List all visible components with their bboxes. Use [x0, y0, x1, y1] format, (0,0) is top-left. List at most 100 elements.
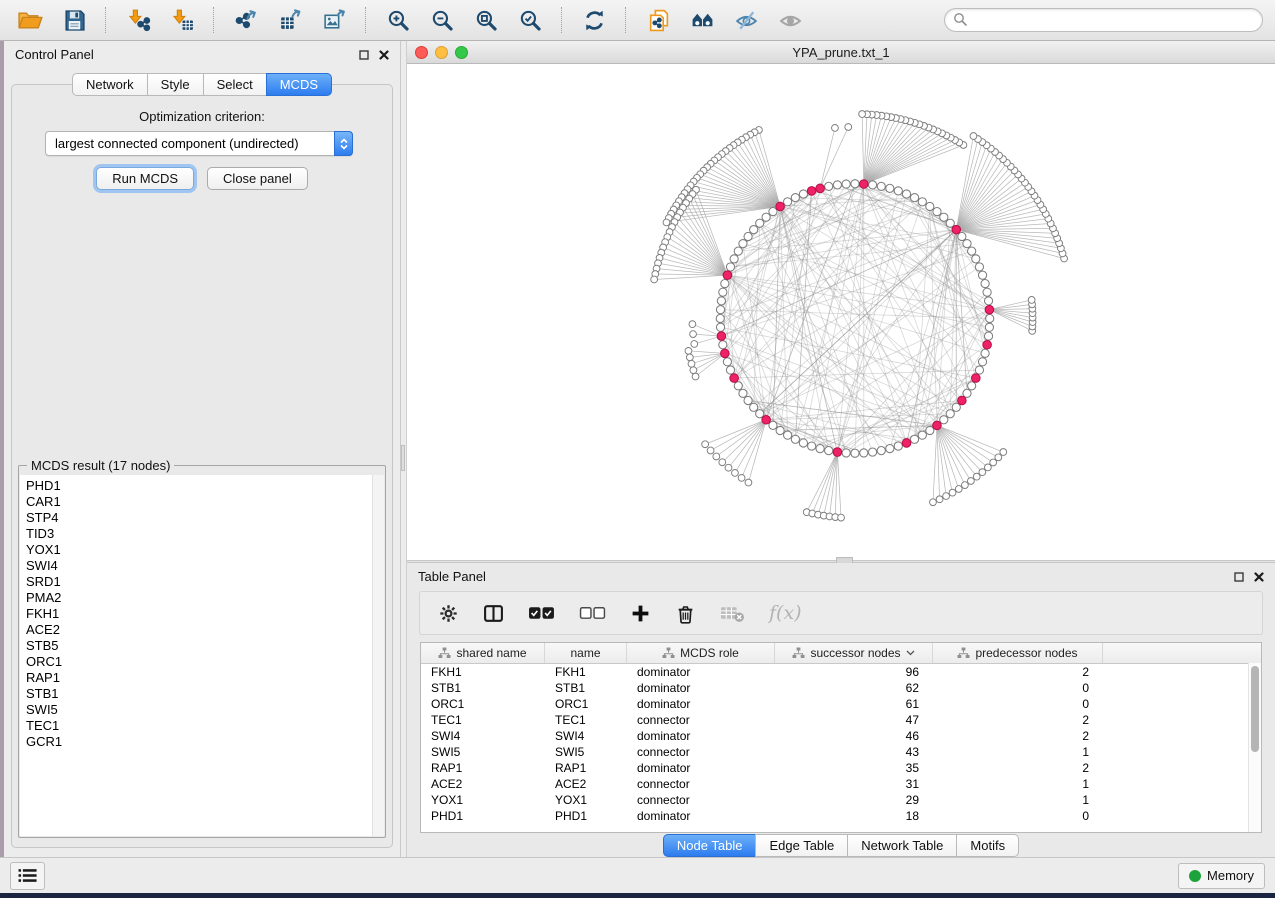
export-network-button[interactable] — [228, 4, 264, 36]
mcds-result-item[interactable]: PHD1 — [20, 478, 384, 494]
mcds-result-item[interactable]: GCR1 — [20, 734, 384, 750]
network-node[interactable] — [886, 445, 894, 453]
network-node[interactable] — [726, 366, 734, 374]
mcds-result-item[interactable]: ACE2 — [20, 622, 384, 638]
run-mcds-button[interactable]: Run MCDS — [96, 167, 194, 190]
network-node[interactable] — [716, 306, 724, 314]
network-node[interactable] — [952, 403, 960, 411]
delete-columns-button[interactable] — [675, 603, 696, 624]
network-node[interactable] — [808, 442, 816, 450]
splitter-grip[interactable] — [401, 445, 405, 471]
network-node[interactable] — [952, 225, 961, 234]
import-network-button[interactable] — [120, 4, 156, 36]
network-node[interactable] — [713, 453, 720, 460]
network-node[interactable] — [702, 441, 709, 448]
network-node[interactable] — [868, 181, 876, 189]
network-node[interactable] — [918, 431, 926, 439]
table-row[interactable]: STB1STB1dominator620 — [421, 680, 1261, 696]
table-row[interactable]: PHD1PHD1dominator180 — [421, 808, 1261, 824]
table-panel-close-button[interactable] — [1254, 572, 1264, 582]
network-node[interactable] — [689, 321, 696, 328]
network-node[interactable] — [943, 493, 950, 500]
network-node[interactable] — [972, 255, 980, 263]
network-node[interactable] — [985, 323, 993, 331]
window-zoom-button[interactable] — [455, 46, 468, 59]
network-node[interactable] — [750, 403, 758, 411]
network-node[interactable] — [816, 184, 825, 193]
network-node[interactable] — [984, 464, 991, 471]
network-node[interactable] — [877, 447, 885, 455]
network-node[interactable] — [986, 314, 994, 322]
column-header-successor-nodes[interactable]: successor nodes — [775, 643, 933, 663]
network-node[interactable] — [1000, 449, 1007, 456]
network-node[interactable] — [860, 449, 868, 457]
network-node[interactable] — [886, 184, 894, 192]
network-node[interactable] — [685, 347, 692, 354]
network-node[interactable] — [936, 496, 943, 503]
network-node[interactable] — [940, 213, 948, 221]
network-node[interactable] — [784, 198, 792, 206]
network-node[interactable] — [968, 247, 976, 255]
network-node[interactable] — [799, 190, 807, 198]
result-list-scrollbar[interactable] — [372, 475, 384, 836]
network-node[interactable] — [963, 240, 971, 248]
network-node[interactable] — [877, 182, 885, 190]
search-input[interactable] — [944, 8, 1263, 32]
network-node[interactable] — [975, 263, 983, 271]
network-node[interactable] — [723, 271, 732, 280]
network-node[interactable] — [690, 367, 697, 374]
mcds-result-item[interactable]: SRD1 — [20, 574, 384, 590]
network-node[interactable] — [933, 208, 941, 216]
network-node[interactable] — [799, 439, 807, 447]
network-node[interactable] — [902, 190, 910, 198]
network-node[interactable] — [958, 232, 966, 240]
mcds-result-item[interactable]: STP4 — [20, 510, 384, 526]
window-close-button[interactable] — [415, 46, 428, 59]
network-node[interactable] — [651, 276, 658, 283]
network-node[interactable] — [973, 473, 980, 480]
network-node[interactable] — [868, 448, 876, 456]
create-column-button[interactable] — [630, 603, 651, 624]
network-node[interactable] — [978, 358, 986, 366]
tab-mcds[interactable]: MCDS — [266, 73, 332, 96]
network-node[interactable] — [975, 366, 983, 374]
table-row[interactable]: SWI4SWI4dominator462 — [421, 728, 1261, 744]
table-row[interactable]: FKH1FKH1dominator962 — [421, 664, 1261, 680]
network-node[interactable] — [981, 280, 989, 288]
control-panel-close-button[interactable] — [379, 50, 389, 60]
network-node[interactable] — [970, 133, 977, 140]
mcds-result-item[interactable]: TEC1 — [20, 718, 384, 734]
network-node[interactable] — [981, 349, 989, 357]
mcds-result-item[interactable]: TID3 — [20, 526, 384, 542]
network-node[interactable] — [832, 125, 839, 132]
network-node[interactable] — [963, 389, 971, 397]
network-node[interactable] — [842, 180, 850, 188]
mcds-result-item[interactable]: STB1 — [20, 686, 384, 702]
window-minimize-button[interactable] — [435, 46, 448, 59]
network-node[interactable] — [744, 396, 752, 404]
network-node[interactable] — [734, 247, 742, 255]
mcds-result-item[interactable]: FKH1 — [20, 606, 384, 622]
zoom-out-button[interactable] — [424, 4, 460, 36]
network-node[interactable] — [859, 111, 866, 118]
column-header-name[interactable]: name — [545, 643, 627, 663]
network-node[interactable] — [1028, 297, 1035, 304]
network-node[interactable] — [838, 514, 845, 521]
network-node[interactable] — [930, 499, 937, 506]
network-node[interactable] — [833, 181, 841, 189]
network-node[interactable] — [933, 421, 942, 430]
network-node[interactable] — [739, 240, 747, 248]
optimization-criterion-select[interactable]: largest connected component (undirected) — [45, 131, 353, 156]
column-header-predecessor-nodes[interactable]: predecessor nodes — [933, 643, 1103, 663]
network-node[interactable] — [776, 202, 785, 211]
network-node[interactable] — [776, 426, 784, 434]
network-node[interactable] — [926, 202, 934, 210]
network-node[interactable] — [984, 332, 992, 340]
import-table-button[interactable] — [164, 4, 200, 36]
tab-node-table[interactable]: Node Table — [663, 834, 757, 857]
select-all-button[interactable] — [528, 606, 555, 621]
zoom-fit-button[interactable] — [468, 4, 504, 36]
mcds-result-item[interactable]: SWI5 — [20, 702, 384, 718]
network-node[interactable] — [791, 435, 799, 443]
network-node[interactable] — [978, 271, 986, 279]
